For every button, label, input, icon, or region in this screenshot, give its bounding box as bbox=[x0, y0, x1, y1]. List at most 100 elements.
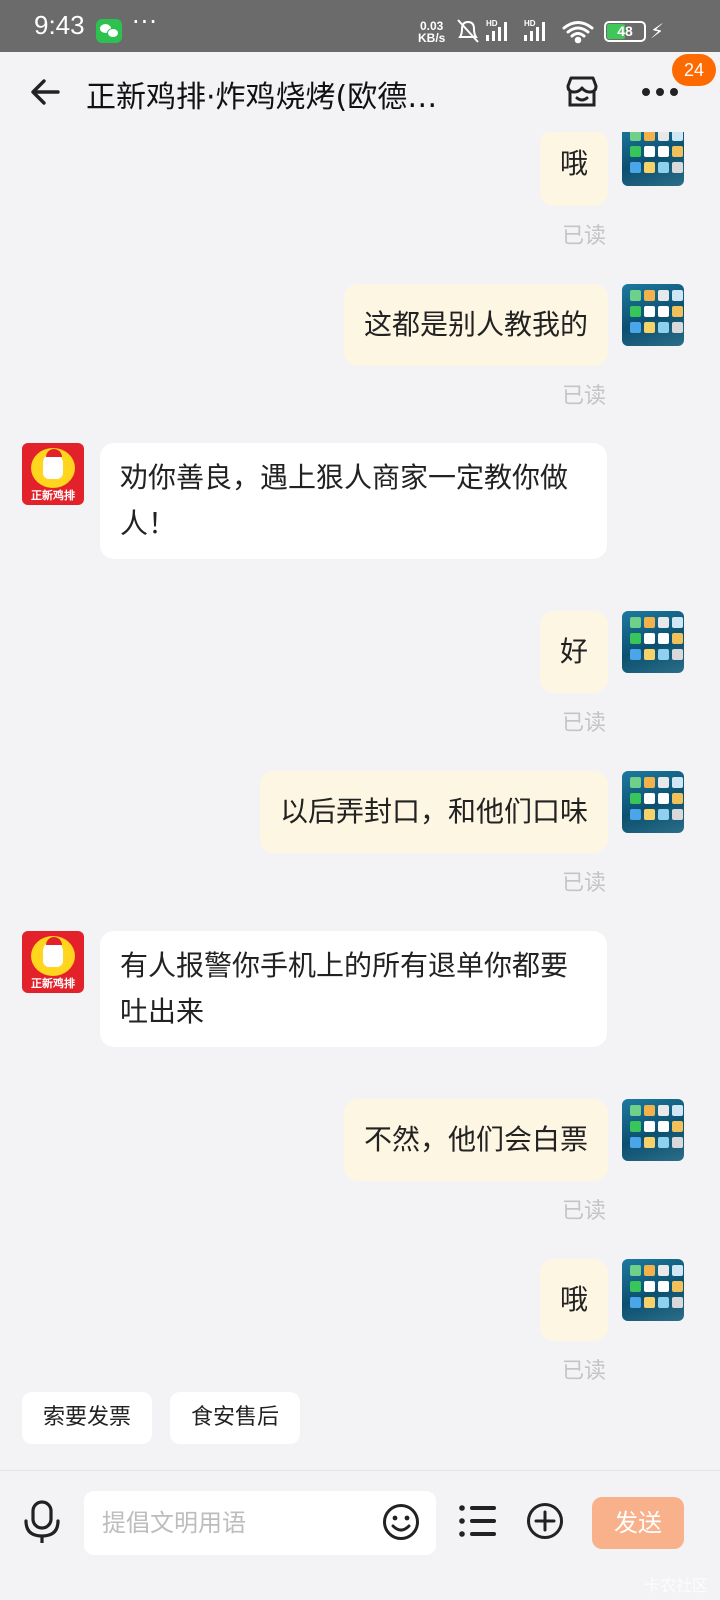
chat-header: 正新鸡排·炸鸡烧烤(欧德… bbox=[0, 52, 720, 132]
avatar-app-tile bbox=[644, 1297, 655, 1308]
avatar-app-tile bbox=[658, 132, 669, 141]
avatar-app-tile bbox=[672, 1137, 683, 1148]
add-icon[interactable] bbox=[526, 1502, 564, 1540]
avatar-app-tile bbox=[644, 649, 655, 660]
emoji-icon[interactable] bbox=[382, 1503, 420, 1541]
avatar-app-tile bbox=[644, 290, 655, 301]
avatar-app-tile bbox=[644, 322, 655, 333]
avatar-app-tile bbox=[630, 132, 641, 141]
avatar-app-tile bbox=[658, 809, 669, 820]
avatar-app-tile bbox=[630, 290, 641, 301]
signal-icon-2: HD bbox=[524, 19, 545, 41]
avatar-app-tile bbox=[630, 1265, 641, 1276]
user-avatar[interactable] bbox=[622, 284, 684, 346]
avatar-app-tile bbox=[672, 777, 683, 788]
message-bubble[interactable]: 好 bbox=[539, 611, 608, 693]
composer-bar: 发送 卡农社区 bbox=[0, 1470, 720, 1600]
shop-avatar[interactable]: 正新鸡排 bbox=[22, 443, 84, 505]
request-invoice-chip[interactable]: 索要发票 bbox=[22, 1392, 152, 1444]
mute-bell-icon bbox=[457, 19, 479, 43]
user-avatar[interactable] bbox=[622, 132, 684, 186]
avatar-app-tile bbox=[672, 162, 683, 173]
avatar-app-tile bbox=[630, 649, 641, 660]
read-status: 已读 bbox=[561, 224, 606, 249]
shop-avatar[interactable]: 正新鸡排 bbox=[22, 931, 84, 993]
avatar-app-tile bbox=[630, 1137, 641, 1148]
avatar-app-tile bbox=[658, 322, 669, 333]
send-button[interactable]: 发送 bbox=[592, 1497, 684, 1549]
status-time: 9:43 bbox=[34, 10, 85, 40]
chat-message-list[interactable]: 哦 已读 这都是别人教我的 已读 正新鸡排 劝你善良，遇上狠人商家一定教你做 人… bbox=[0, 132, 720, 1382]
network-speed: 0.03 KB/s bbox=[418, 20, 445, 44]
avatar-app-tile bbox=[658, 146, 669, 157]
avatar-app-tile bbox=[630, 617, 641, 628]
avatar-app-tile bbox=[658, 162, 669, 173]
avatar-app-tile bbox=[658, 306, 669, 317]
avatar-app-tile bbox=[672, 1281, 683, 1292]
more-icon bbox=[642, 88, 678, 96]
message-incoming: 正新鸡排 有人报警你手机上的所有退单你都要 吐出来 bbox=[0, 931, 720, 1061]
more-notifications-icon: ··· bbox=[132, 8, 158, 36]
avatar-app-tile bbox=[658, 649, 669, 660]
message-bubble[interactable]: 哦 bbox=[539, 1259, 608, 1341]
avatar-app-tile bbox=[672, 132, 683, 141]
avatar-app-tile bbox=[644, 633, 655, 644]
read-status: 已读 bbox=[561, 871, 606, 896]
avatar-app-tile bbox=[630, 306, 641, 317]
avatar-app-tile bbox=[672, 322, 683, 333]
network-speed-unit: KB/s bbox=[418, 31, 446, 45]
message-bubble[interactable]: 这都是别人教我的 bbox=[343, 284, 608, 366]
avatar-app-tile bbox=[644, 1137, 655, 1148]
battery-icon: 48 bbox=[604, 21, 646, 42]
avatar-app-tile bbox=[644, 1281, 655, 1292]
microphone-icon[interactable] bbox=[22, 1499, 62, 1545]
message-incoming: 正新鸡排 劝你善良，遇上狠人商家一定教你做 人！ bbox=[0, 443, 720, 573]
avatar-app-tile bbox=[630, 1105, 641, 1116]
message-bubble[interactable]: 哦 bbox=[539, 132, 608, 206]
avatar-app-tile bbox=[630, 777, 641, 788]
avatar-app-tile bbox=[658, 290, 669, 301]
user-avatar[interactable] bbox=[622, 611, 684, 673]
message-bubble[interactable]: 以后弄封口，和他们口味 bbox=[259, 771, 608, 853]
avatar-app-tile bbox=[630, 809, 641, 820]
avatar-app-tile bbox=[644, 617, 655, 628]
shop-avatar-label: 正新鸡排 bbox=[31, 489, 75, 502]
shop-icon[interactable] bbox=[562, 72, 602, 112]
avatar-app-tile bbox=[672, 146, 683, 157]
read-status: 已读 bbox=[561, 384, 606, 409]
battery-level: 48 bbox=[617, 23, 633, 39]
page-title: 正新鸡排·炸鸡烧烤(欧德… bbox=[86, 80, 438, 115]
avatar-app-tile bbox=[630, 793, 641, 804]
avatar-app-tile bbox=[630, 322, 641, 333]
avatar-app-tile bbox=[644, 777, 655, 788]
avatar-app-tile bbox=[658, 1281, 669, 1292]
avatar-app-tile bbox=[644, 132, 655, 141]
message-line: 吐出来 bbox=[120, 995, 205, 1028]
message-outgoing: 不然，他们会白票 已读 bbox=[0, 1099, 720, 1224]
avatar-app-tile bbox=[630, 633, 641, 644]
avatar-app-tile bbox=[644, 1265, 655, 1276]
status-bar: 9:43 ··· 0.03 KB/s HD HD 48 ⚡ bbox=[0, 0, 720, 52]
message-line: 人！ bbox=[120, 507, 177, 540]
avatar-app-tile bbox=[658, 633, 669, 644]
user-avatar[interactable] bbox=[622, 771, 684, 833]
avatar-app-tile bbox=[630, 162, 641, 173]
avatar-app-tile bbox=[644, 1121, 655, 1132]
food-safety-aftersale-chip[interactable]: 食安售后 bbox=[170, 1392, 300, 1444]
avatar-app-tile bbox=[644, 793, 655, 804]
read-status: 已读 bbox=[561, 1199, 606, 1224]
message-outgoing: 哦 已读 bbox=[0, 1259, 720, 1382]
message-bubble[interactable]: 不然，他们会白票 bbox=[343, 1099, 608, 1181]
avatar-app-tile bbox=[672, 633, 683, 644]
avatar-app-tile bbox=[672, 1105, 683, 1116]
read-status: 已读 bbox=[561, 711, 606, 736]
avatar-app-tile bbox=[658, 1297, 669, 1308]
message-bubble[interactable]: 劝你善良，遇上狠人商家一定教你做 人！ bbox=[100, 443, 607, 559]
back-arrow-icon[interactable] bbox=[26, 72, 66, 112]
watermark: 卡农社区 bbox=[643, 1576, 708, 1595]
user-avatar[interactable] bbox=[622, 1259, 684, 1321]
avatar-app-tile bbox=[672, 1121, 683, 1132]
menu-list-icon[interactable] bbox=[458, 1503, 498, 1539]
message-bubble[interactable]: 有人报警你手机上的所有退单你都要 吐出来 bbox=[100, 931, 607, 1047]
user-avatar[interactable] bbox=[622, 1099, 684, 1161]
